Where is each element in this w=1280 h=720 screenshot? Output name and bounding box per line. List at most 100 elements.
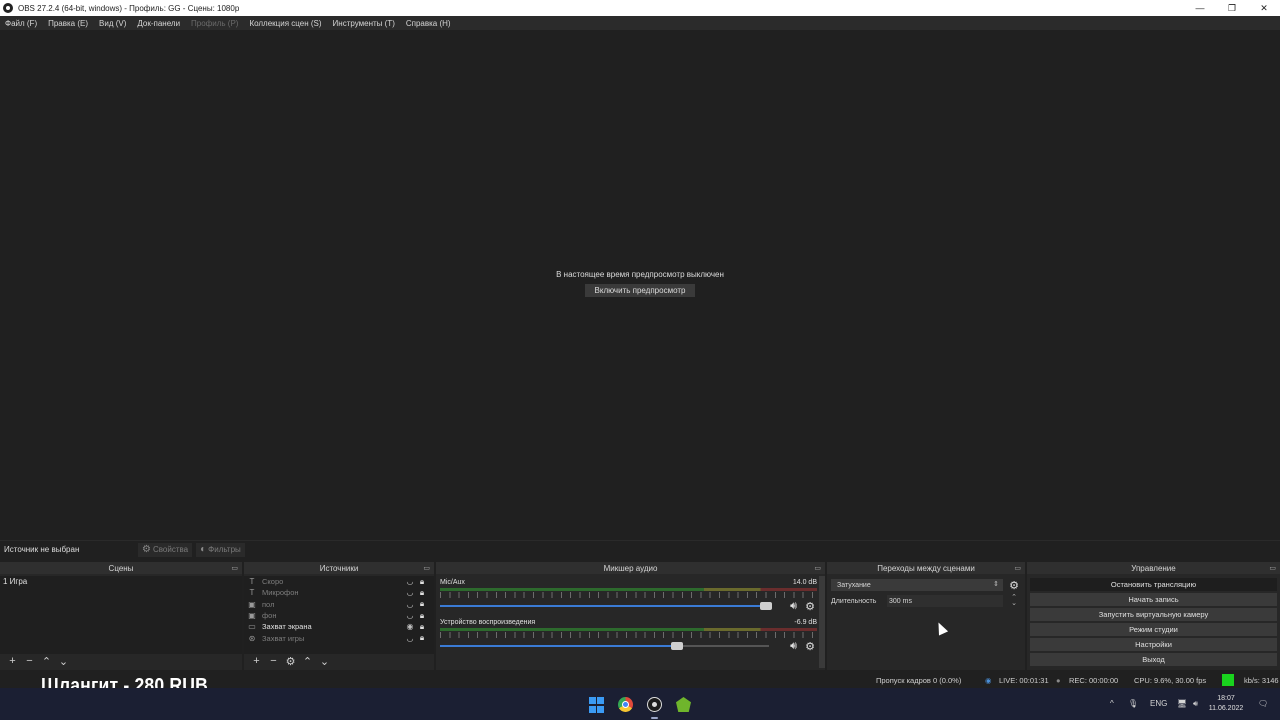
studio-mode-button[interactable]: Режим студии [1030, 623, 1277, 636]
scene-up-button[interactable]: ⌃ [38, 654, 55, 668]
enable-preview-button[interactable]: Включить предпросмотр [585, 284, 695, 297]
context-bar: Источник не выбран ⚙ Свойства ◐ Фильтры [0, 540, 1280, 558]
undock-icon[interactable]: ▭ [1014, 564, 1021, 572]
microphone-icon[interactable]: 🎙︎ [1128, 699, 1138, 708]
speaker-icon[interactable]: 🔊︎ [790, 640, 797, 653]
lock-icon[interactable]: 🔒︎ [416, 633, 428, 643]
settings-button[interactable]: Настройки [1030, 638, 1277, 651]
menu-profile[interactable]: Профиль (P) [191, 19, 238, 28]
menu-view[interactable]: Вид (V) [99, 19, 126, 28]
slider-handle[interactable] [670, 642, 683, 650]
minimize-button[interactable]: — [1184, 0, 1216, 16]
menu-tools[interactable]: Инструменты (T) [333, 19, 395, 28]
text-icon: T [249, 588, 255, 598]
menu-scene-collection[interactable]: Коллекция сцен (S) [249, 19, 321, 28]
lock-icon[interactable]: 🔒︎ [416, 588, 428, 598]
scene-down-button[interactable]: ⌄ [55, 654, 72, 668]
start-virtual-camera-button[interactable]: Запустить виртуальную камеру [1030, 608, 1277, 621]
source-down-button[interactable]: ⌄ [316, 654, 333, 668]
exit-button[interactable]: Выход [1030, 653, 1277, 666]
eye-hidden-icon[interactable]: ◡ [404, 588, 416, 597]
lock-icon[interactable]: 🔒︎ [416, 577, 428, 587]
eye-hidden-icon[interactable]: ◡ [404, 634, 416, 643]
undock-icon[interactable]: ▭ [423, 564, 430, 572]
speaker-icon[interactable]: 🔊︎ [790, 600, 797, 613]
gear-icon[interactable]: ⚙ [1007, 579, 1021, 592]
source-properties-button[interactable]: ⚙ [282, 654, 299, 668]
list-item[interactable]: ⊛ Захват игры ◡ 🔒︎ [244, 632, 434, 643]
lock-icon[interactable]: 🔒︎ [416, 611, 428, 621]
properties-button[interactable]: ⚙ Свойства [138, 542, 193, 557]
duration-row: Длительность 300 ms ⌃ ⌄ [831, 594, 1021, 607]
channel-name: Устройство воспроизведения [440, 619, 536, 626]
clock[interactable]: 18:07 11.06.2022 [1206, 694, 1246, 714]
list-item[interactable]: ▣ фон ◡ 🔒︎ [244, 610, 434, 621]
channel-name: Mic/Aux [440, 579, 465, 586]
list-item[interactable]: ▭ Захват экрана ◉ 🔒︎ [244, 621, 434, 632]
close-button[interactable]: ✕ [1248, 0, 1280, 16]
list-item[interactable]: T Скоро ◡ 🔒︎ [244, 576, 434, 587]
eye-icon[interactable]: ◉ [404, 622, 416, 631]
menu-docks[interactable]: Док-панели [137, 19, 180, 28]
filters-button[interactable]: ◐ Фильтры [196, 542, 245, 557]
menu-edit[interactable]: Правка (E) [48, 19, 88, 28]
volume-icon[interactable]: 🔊︎ [1193, 699, 1198, 709]
notification-icon[interactable]: 🗨︎ [1258, 699, 1268, 708]
scene-item[interactable]: 1 Игра [0, 576, 242, 587]
obs-taskbar-icon[interactable] [646, 696, 663, 719]
eye-hidden-icon[interactable]: ◡ [404, 611, 416, 620]
volume-slider[interactable] [440, 642, 769, 650]
mixer-header: Микшер аудио ▭ [436, 562, 825, 574]
transition-selected: Затухание [837, 581, 871, 589]
controls-title: Управление [1131, 563, 1176, 573]
window-controls: — ❐ ✕ [1184, 0, 1280, 16]
slider-handle[interactable] [759, 602, 772, 610]
sources-toolbar: + − ⚙ ⌃ ⌄ [244, 654, 333, 668]
transitions-title: Переходы между сценами [877, 563, 975, 573]
list-item[interactable]: ▣ пол ◡ 🔒︎ [244, 599, 434, 610]
volume-meter [440, 628, 817, 631]
cpu-fps: CPU: 9.6%, 30.00 fps [1134, 676, 1207, 685]
lock-icon[interactable]: 🔒︎ [416, 599, 428, 609]
eye-hidden-icon[interactable]: ◡ [404, 600, 416, 609]
gamepad-icon: ⊛ [248, 633, 256, 643]
transitions-header: Переходы между сценами ▭ [827, 562, 1025, 574]
stream-health-indicator [1222, 674, 1234, 686]
add-source-button[interactable]: + [248, 654, 265, 668]
add-scene-button[interactable]: + [4, 654, 21, 668]
lock-icon[interactable]: 🔒︎ [416, 622, 428, 632]
remove-source-button[interactable]: − [265, 654, 282, 668]
menu-help[interactable]: Справка (H) [406, 19, 451, 28]
undock-icon[interactable]: ▭ [231, 564, 238, 572]
volume-slider[interactable] [440, 602, 772, 610]
eye-hidden-icon[interactable]: ◡ [404, 577, 416, 586]
transition-row: Затухание ⇕ ⚙ [831, 579, 1021, 592]
tray-chevron-icon[interactable]: ^ [1110, 699, 1114, 708]
spin-arrows-icon[interactable]: ⌃ ⌄ [1007, 594, 1021, 607]
undock-icon[interactable]: ▭ [814, 564, 821, 572]
game-app-icon[interactable] [675, 696, 692, 713]
start-recording-button[interactable]: Начать запись [1030, 593, 1277, 606]
windows-start-icon[interactable] [588, 696, 605, 713]
source-up-button[interactable]: ⌃ [299, 654, 316, 668]
gear-icon[interactable]: ⚙ [805, 600, 815, 613]
transition-select[interactable]: Затухание ⇕ [831, 579, 1003, 591]
stop-streaming-button[interactable]: Остановить трансляцию [1030, 578, 1277, 591]
scrollbar[interactable] [819, 576, 825, 668]
scenes-dock: Сцены ▭ 1 Игра + − ⌃ ⌄ [0, 562, 242, 670]
channel-db: -6.9 dB [794, 619, 817, 626]
maximize-button[interactable]: ❐ [1216, 0, 1248, 16]
fader-row: 🔊︎ ⚙ [440, 600, 817, 613]
language-indicator[interactable]: ENG [1150, 699, 1167, 708]
menu-file[interactable]: Файл (F) [5, 19, 37, 28]
chrome-icon[interactable] [617, 696, 634, 713]
mixer-title: Микшер аудио [603, 563, 658, 573]
chevron-updown-icon: ⇕ [993, 581, 999, 588]
remove-scene-button[interactable]: − [21, 654, 38, 668]
undock-icon[interactable]: ▭ [1269, 564, 1276, 572]
image-icon: ▣ [248, 611, 256, 621]
list-item[interactable]: T Микрофон ◡ 🔒︎ [244, 587, 434, 598]
network-icon[interactable]: 🖥︎ [1177, 699, 1187, 708]
duration-input[interactable]: 300 ms [887, 595, 1003, 607]
gear-icon[interactable]: ⚙ [805, 640, 815, 653]
